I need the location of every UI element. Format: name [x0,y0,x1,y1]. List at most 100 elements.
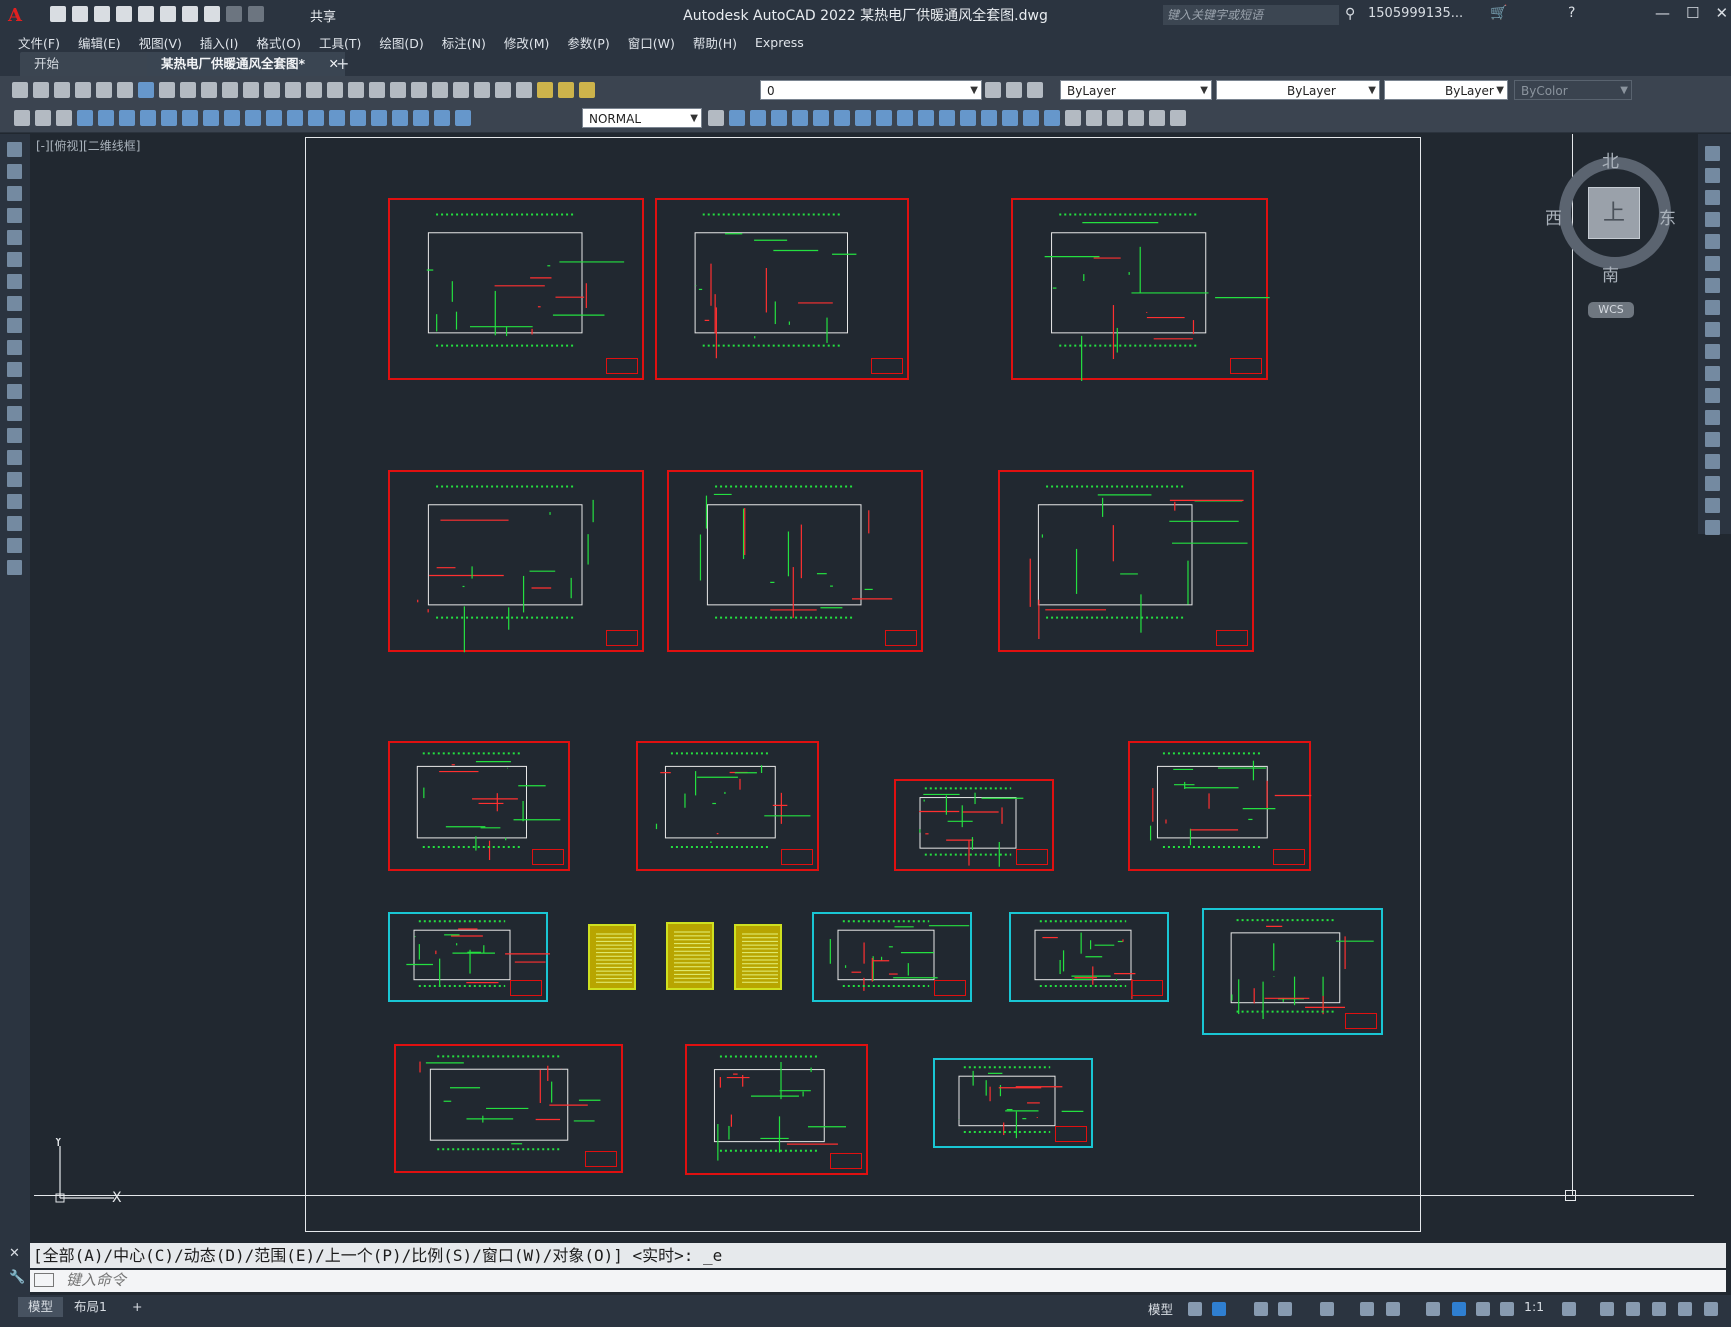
zoom-window-icon[interactable] [327,82,343,98]
trim-icon[interactable] [918,110,934,126]
units-icon[interactable] [1626,1302,1640,1316]
auto-scale-icon[interactable] [1476,1302,1490,1316]
drawing-sheet[interactable] [1011,198,1270,382]
model-space-toggle[interactable]: 模型 [1148,1299,1173,1318]
undo-icon[interactable] [204,6,220,22]
plot-icon[interactable] [75,82,91,98]
save-icon[interactable] [94,6,110,22]
copy-icon[interactable] [1705,168,1720,183]
viewcube[interactable]: 上 北 南 东 西 WCS [1540,140,1690,330]
save-as-icon[interactable] [116,6,132,22]
erase-icon[interactable] [1705,146,1720,161]
save-icon[interactable] [54,82,70,98]
trim-icon[interactable] [1705,344,1720,359]
rotate-icon[interactable] [1705,278,1720,293]
gradient-icon[interactable] [7,472,22,487]
drawing-sheet[interactable] [1009,912,1169,1002]
scale-icon[interactable] [1705,300,1720,315]
user-account[interactable]: 1505999135... [1368,6,1463,21]
redo-icon[interactable] [264,82,280,98]
dim-style-dropdown[interactable]: NORMAL ▼ [582,108,702,128]
viewport-controls[interactable]: [-][俯视][二维线框] [36,137,140,154]
move-icon[interactable] [834,110,850,126]
continue-dim-icon[interactable] [287,110,303,126]
dim-edit-icon[interactable] [434,110,450,126]
menu-file[interactable]: 文件(F) [0,33,69,52]
mirror-icon[interactable] [771,110,787,126]
calculator-icon[interactable] [474,82,490,98]
dim-space-icon[interactable] [308,110,324,126]
baseline-dim-icon[interactable] [266,110,282,126]
blend-icon[interactable] [1705,498,1720,513]
command-recent-icon[interactable] [34,1273,54,1287]
preview-icon[interactable] [96,82,112,98]
drawing-sheet[interactable] [388,741,570,871]
color-dropdown[interactable]: ByLayer ▼ [1060,80,1212,100]
diameter-dim-icon[interactable] [203,110,219,126]
ordinate-dim-icon[interactable] [140,110,156,126]
new-file-icon[interactable] [50,6,66,22]
tab-start[interactable]: 开始 [20,52,166,76]
jogged-linear-icon[interactable] [413,110,429,126]
menu-help[interactable]: 帮助(H) [684,33,746,52]
ellipse-arc-icon[interactable] [7,362,22,377]
drawing-sheet[interactable] [933,1058,1093,1148]
compass-west[interactable]: 西 [1545,204,1562,229]
drawing-sheet[interactable] [655,198,909,380]
array-icon[interactable] [1705,234,1720,249]
zoom-previous-icon[interactable] [348,82,364,98]
ortho-icon[interactable] [1254,1302,1268,1316]
layer-previous-icon[interactable] [1006,82,1022,98]
plotstyle-dropdown[interactable]: ByColor ▼ [1514,80,1632,100]
break-at-point-icon[interactable] [1705,388,1720,403]
annotation-monitor-icon[interactable] [1500,1302,1514,1316]
center-mark-icon[interactable] [371,110,387,126]
point-icon[interactable] [7,428,22,443]
search-icon[interactable]: ⚲ [1345,6,1355,22]
menu-dimension[interactable]: 标注(N) [433,33,495,52]
customize-icon[interactable]: 🔧 [9,1270,25,1285]
circle-icon[interactable] [7,274,22,289]
fillet-icon[interactable] [1705,476,1720,491]
menu-format[interactable]: 格式(O) [247,33,310,52]
publish-icon[interactable] [117,82,133,98]
new-tab-button[interactable]: + [336,52,349,76]
insert-block-icon[interactable] [1065,110,1081,126]
construction-line-icon[interactable] [7,164,22,179]
stretch-icon[interactable] [1705,322,1720,337]
drawing-sheet[interactable] [894,779,1054,871]
cart-icon[interactable]: 🛒 [1490,5,1507,21]
sheet-set-icon[interactable] [432,82,448,98]
menu-insert[interactable]: 插入(I) [191,33,247,52]
menu-window[interactable]: 窗口(W) [619,33,684,52]
drawing-sheet[interactable] [388,912,550,1002]
add-layout-button[interactable]: + [122,1297,152,1317]
match-prop-icon[interactable] [222,82,238,98]
workspace-gear-icon[interactable] [1562,1302,1576,1316]
layer-state-icon[interactable] [537,82,553,98]
tool-palettes-icon[interactable] [411,82,427,98]
share-button[interactable]: 共享 [310,6,336,25]
tab-layout1[interactable]: 布局1 [64,1297,117,1317]
send-back-icon[interactable] [56,110,72,126]
dim-text-edit-icon[interactable] [455,110,471,126]
maximize-button[interactable]: ☐ [1686,4,1699,22]
customization-icon[interactable] [1704,1302,1718,1316]
chamfer-icon[interactable] [1002,110,1018,126]
close-command-line-icon[interactable]: ✕ [9,1246,20,1261]
menu-express[interactable]: Express [746,35,813,50]
compass-south[interactable]: 南 [1602,261,1619,286]
scale-icon[interactable] [876,110,892,126]
copy-icon[interactable] [180,82,196,98]
open-web-icon[interactable] [138,6,154,22]
quick-properties-icon[interactable] [1652,1302,1666,1316]
hatch-icon[interactable] [7,450,22,465]
array-icon[interactable] [813,110,829,126]
tab-model[interactable]: 模型 [18,1297,64,1317]
dim-style-icon[interactable] [708,110,724,126]
explode-icon[interactable] [1705,520,1720,535]
make-current-icon[interactable] [985,82,1001,98]
revcloud-icon[interactable] [7,296,22,311]
gradient-icon[interactable] [1149,110,1165,126]
rectangle-icon[interactable] [7,230,22,245]
